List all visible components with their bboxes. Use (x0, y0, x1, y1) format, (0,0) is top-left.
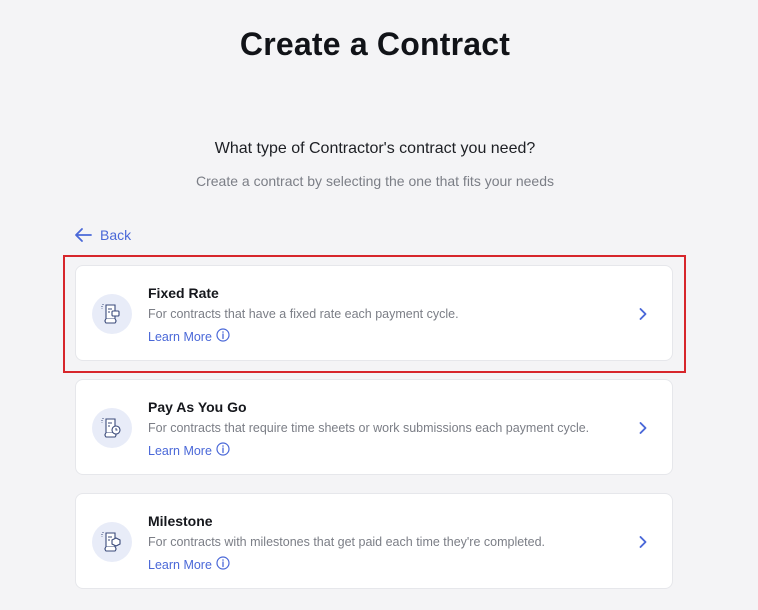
learn-more-link[interactable]: Learn More (148, 556, 230, 573)
learn-more-link[interactable]: Learn More (148, 328, 230, 345)
back-button[interactable]: Back (74, 227, 131, 243)
chevron-right-icon (638, 421, 648, 440)
contract-option-description: For contracts that require time sheets o… (148, 421, 590, 435)
contract-option-pay-as-you-go[interactable]: Pay As You Go For contracts that require… (75, 379, 673, 475)
page-title: Create a Contract (239, 26, 511, 62)
chevron-right-icon (638, 307, 648, 326)
learn-more-label: Learn More (148, 329, 212, 344)
contract-fixed-rate-icon (92, 294, 132, 334)
learn-more-link[interactable]: Learn More (148, 442, 230, 459)
page-subtitle: Create a contract by selecting the one t… (196, 173, 554, 189)
learn-more-label: Learn More (148, 443, 212, 458)
contract-pay-as-you-go-icon (92, 408, 132, 448)
contract-option-description: For contracts that have a fixed rate eac… (148, 307, 459, 321)
learn-more-label: Learn More (148, 557, 212, 572)
back-label: Back (100, 227, 132, 243)
page: Create a Contract What type of Contracto… (0, 0, 758, 610)
contract-option-fixed-rate[interactable]: Fixed Rate For contracts that have a fix… (75, 265, 673, 361)
contract-option-title: Fixed Rate (148, 285, 219, 301)
contract-option-milestone[interactable]: Milestone For contracts with milestones … (75, 493, 673, 589)
chevron-right-icon (638, 535, 648, 554)
contract-milestone-icon (92, 522, 132, 562)
info-icon (216, 556, 230, 573)
page-question: What type of Contractor's contract you n… (214, 140, 536, 157)
contract-option-title: Milestone (148, 513, 213, 529)
info-icon (216, 442, 230, 459)
info-icon (216, 328, 230, 345)
arrow-left-icon (74, 227, 92, 243)
contract-option-title: Pay As You Go (148, 399, 247, 415)
contract-option-description: For contracts with milestones that get p… (148, 535, 546, 549)
